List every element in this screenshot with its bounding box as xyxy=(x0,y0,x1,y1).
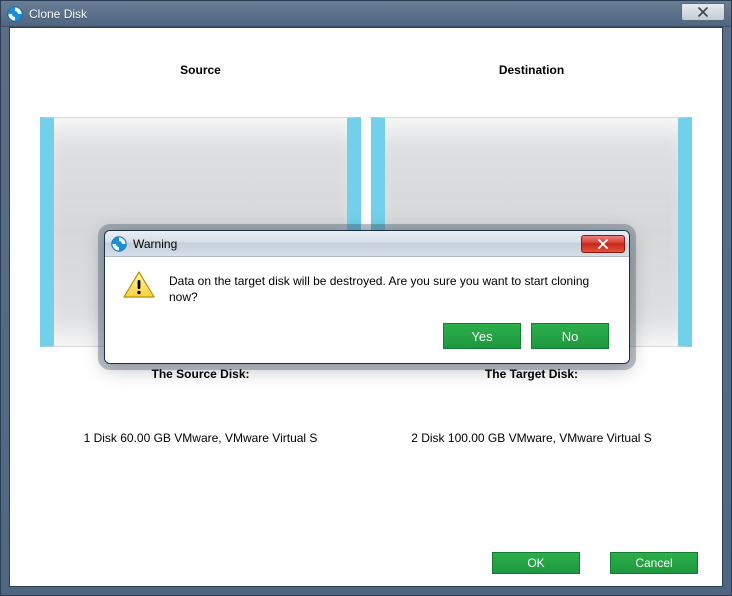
main-window: Clone Disk Source The Source Disk: 1 Dis… xyxy=(0,0,732,596)
ok-button[interactable]: OK xyxy=(492,552,580,574)
window-title: Clone Disk xyxy=(29,7,681,21)
source-disk-label: The Source Disk: xyxy=(40,367,361,381)
warning-title: Warning xyxy=(133,237,581,251)
warning-icon xyxy=(123,271,155,299)
source-header: Source xyxy=(40,63,361,77)
no-button[interactable]: No xyxy=(531,323,609,349)
warning-app-icon xyxy=(111,236,127,252)
warning-body: Data on the target disk will be destroye… xyxy=(105,257,629,363)
cancel-button[interactable]: Cancel xyxy=(610,552,698,574)
warning-dialog: Warning xyxy=(104,230,630,364)
destination-header: Destination xyxy=(371,63,692,77)
titlebar: Clone Disk xyxy=(1,1,731,27)
window-close-button[interactable] xyxy=(681,3,725,21)
warning-close-button[interactable] xyxy=(581,235,625,253)
app-icon xyxy=(7,6,23,22)
warning-titlebar: Warning xyxy=(105,231,629,257)
dialog-buttons: OK Cancel xyxy=(492,552,698,574)
warning-buttons: Yes No xyxy=(123,323,611,349)
yes-button[interactable]: Yes xyxy=(443,323,521,349)
source-disk-description: 1 Disk 60.00 GB VMware, VMware Virtual S xyxy=(40,431,361,445)
target-disk-description: 2 Disk 100.00 GB VMware, VMware Virtual … xyxy=(371,431,692,445)
warning-message: Data on the target disk will be destroye… xyxy=(169,271,611,305)
target-disk-label: The Target Disk: xyxy=(371,367,692,381)
